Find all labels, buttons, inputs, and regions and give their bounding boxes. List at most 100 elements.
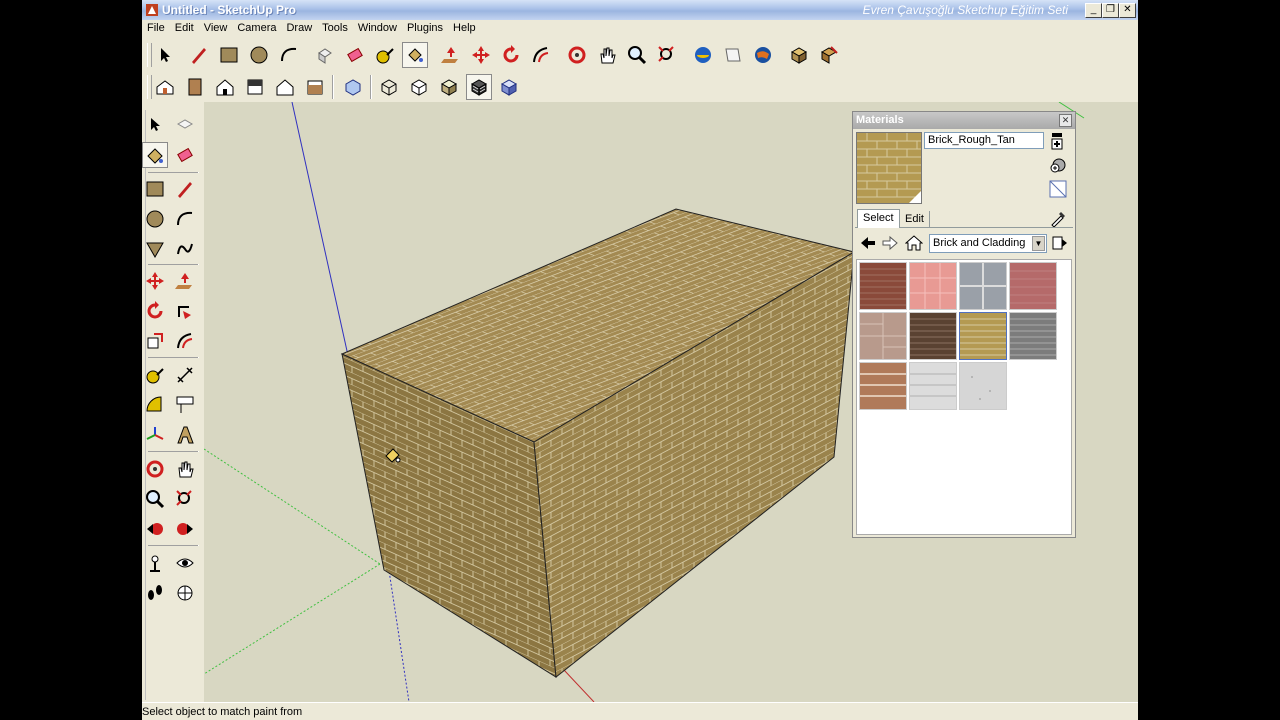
swatch-4[interactable] — [859, 312, 907, 360]
home-icon[interactable] — [904, 234, 924, 255]
swatch-10[interactable] — [959, 362, 1007, 410]
orbit-icon[interactable] — [564, 42, 590, 68]
zoom-tool-icon[interactable] — [142, 486, 168, 512]
3d-text-tool-icon[interactable] — [172, 422, 198, 448]
menu-draw[interactable]: Draw — [281, 20, 317, 34]
paint-bucket-icon[interactable] — [402, 42, 428, 68]
menu-view[interactable]: View — [199, 20, 233, 34]
right-view-icon[interactable] — [242, 74, 268, 100]
rotate-tool-icon[interactable] — [142, 298, 168, 324]
minimize-button[interactable]: _ — [1085, 3, 1102, 18]
maximize-button[interactable]: ❐ — [1102, 3, 1119, 18]
select-arrow-icon[interactable] — [142, 112, 168, 138]
dimension-tool-icon[interactable] — [172, 362, 198, 388]
google-earth-icon[interactable] — [750, 42, 776, 68]
look-around-eye-icon[interactable] — [172, 550, 198, 576]
materials-window-icon[interactable] — [816, 42, 842, 68]
swatch-2[interactable] — [959, 262, 1007, 310]
tape-measure-tool-icon[interactable] — [142, 362, 168, 388]
arc-icon[interactable] — [276, 42, 302, 68]
shaded-icon[interactable] — [436, 74, 462, 100]
material-name-field[interactable]: Brick_Rough_Tan — [924, 132, 1044, 149]
display-secondary-pane-icon[interactable] — [1049, 132, 1067, 150]
arc-tool-icon[interactable] — [172, 206, 198, 232]
xray-icon[interactable] — [340, 74, 366, 100]
eraser-tool-icon[interactable] — [172, 142, 198, 168]
rectangle-tool-icon[interactable] — [142, 176, 168, 202]
swatch-6[interactable] — [959, 312, 1007, 360]
freehand-tool-icon[interactable] — [172, 236, 198, 262]
protractor-tool-icon[interactable] — [142, 392, 168, 418]
polygon-tool-icon[interactable] — [142, 236, 168, 262]
swatch-1[interactable] — [909, 262, 957, 310]
rectangle-icon[interactable] — [216, 42, 242, 68]
next-view-icon[interactable] — [172, 516, 198, 542]
materials-close-button[interactable]: ✕ — [1059, 114, 1072, 127]
axes-tool-icon[interactable] — [142, 422, 168, 448]
front-view-icon[interactable] — [212, 74, 238, 100]
collection-dropdown[interactable]: Brick and Cladding ▼ — [929, 234, 1047, 253]
default-material-icon[interactable] — [1049, 180, 1067, 198]
menu-tools[interactable]: Tools — [317, 20, 353, 34]
menu-window[interactable]: Window — [353, 20, 402, 34]
line-tool-icon[interactable] — [172, 176, 198, 202]
section-plane-icon[interactable] — [172, 580, 198, 606]
zoom-icon[interactable] — [624, 42, 650, 68]
swatch-5[interactable] — [909, 312, 957, 360]
scale-tool-icon[interactable] — [142, 328, 168, 354]
offset-icon[interactable] — [528, 42, 554, 68]
offset-tool-icon[interactable] — [172, 328, 198, 354]
monochrome-icon[interactable] — [496, 74, 522, 100]
circle-icon[interactable] — [246, 42, 272, 68]
move-icon[interactable] — [468, 42, 494, 68]
left-view-icon[interactable] — [302, 74, 328, 100]
back-view-icon[interactable] — [272, 74, 298, 100]
pan-tool-icon[interactable] — [172, 456, 198, 482]
zoom-window-tool-icon[interactable] — [172, 486, 198, 512]
menu-plugins[interactable]: Plugins — [402, 20, 448, 34]
material-preview-swatch[interactable] — [856, 132, 922, 204]
swatch-3[interactable] — [1009, 262, 1057, 310]
make-component-small-icon[interactable] — [172, 112, 198, 138]
move-tool-icon[interactable] — [142, 268, 168, 294]
components-icon[interactable] — [786, 42, 812, 68]
hidden-line-icon[interactable] — [406, 74, 432, 100]
circle-tool-icon[interactable] — [142, 206, 168, 232]
rotate-icon[interactable] — [498, 42, 524, 68]
select-tool-icon[interactable] — [152, 42, 178, 68]
zoom-extents-icon[interactable] — [654, 42, 680, 68]
text-tool-icon[interactable] — [172, 392, 198, 418]
menu-help[interactable]: Help — [448, 20, 481, 34]
pencil-line-icon[interactable] — [186, 42, 212, 68]
previous-view-icon[interactable] — [142, 516, 168, 542]
close-button[interactable]: ✕ — [1119, 3, 1136, 18]
top-view-icon[interactable] — [182, 74, 208, 100]
shaded-textures-icon[interactable] — [466, 74, 492, 100]
tab-edit[interactable]: Edit — [900, 211, 930, 228]
push-pull-tool-icon[interactable] — [172, 268, 198, 294]
swatch-0[interactable] — [859, 262, 907, 310]
swatch-7[interactable] — [1009, 312, 1057, 360]
share-model-icon[interactable] — [720, 42, 746, 68]
position-camera-icon[interactable] — [142, 550, 168, 576]
menu-camera[interactable]: Camera — [232, 20, 281, 34]
walk-footprints-icon[interactable] — [142, 580, 168, 606]
details-arrow-icon[interactable] — [1051, 234, 1069, 255]
push-pull-icon[interactable] — [438, 42, 464, 68]
eraser-icon[interactable] — [342, 42, 368, 68]
create-material-icon[interactable] — [1049, 156, 1067, 174]
swatch-9[interactable] — [909, 362, 957, 410]
make-component-icon[interactable] — [312, 42, 338, 68]
pan-hand-icon[interactable] — [594, 42, 620, 68]
get-models-icon[interactable] — [690, 42, 716, 68]
menu-edit[interactable]: Edit — [170, 20, 199, 34]
tape-measure-icon[interactable] — [372, 42, 398, 68]
forward-arrow-icon[interactable] — [881, 234, 899, 255]
swatch-8[interactable] — [859, 362, 907, 410]
menu-file[interactable]: File — [142, 20, 170, 34]
back-arrow-icon[interactable] — [859, 234, 877, 255]
orbit-tool-icon[interactable] — [142, 456, 168, 482]
tab-select[interactable]: Select — [857, 209, 900, 228]
sample-paint-eyedropper-icon[interactable] — [1049, 209, 1067, 230]
paint-bucket-tool-icon[interactable] — [142, 142, 168, 168]
